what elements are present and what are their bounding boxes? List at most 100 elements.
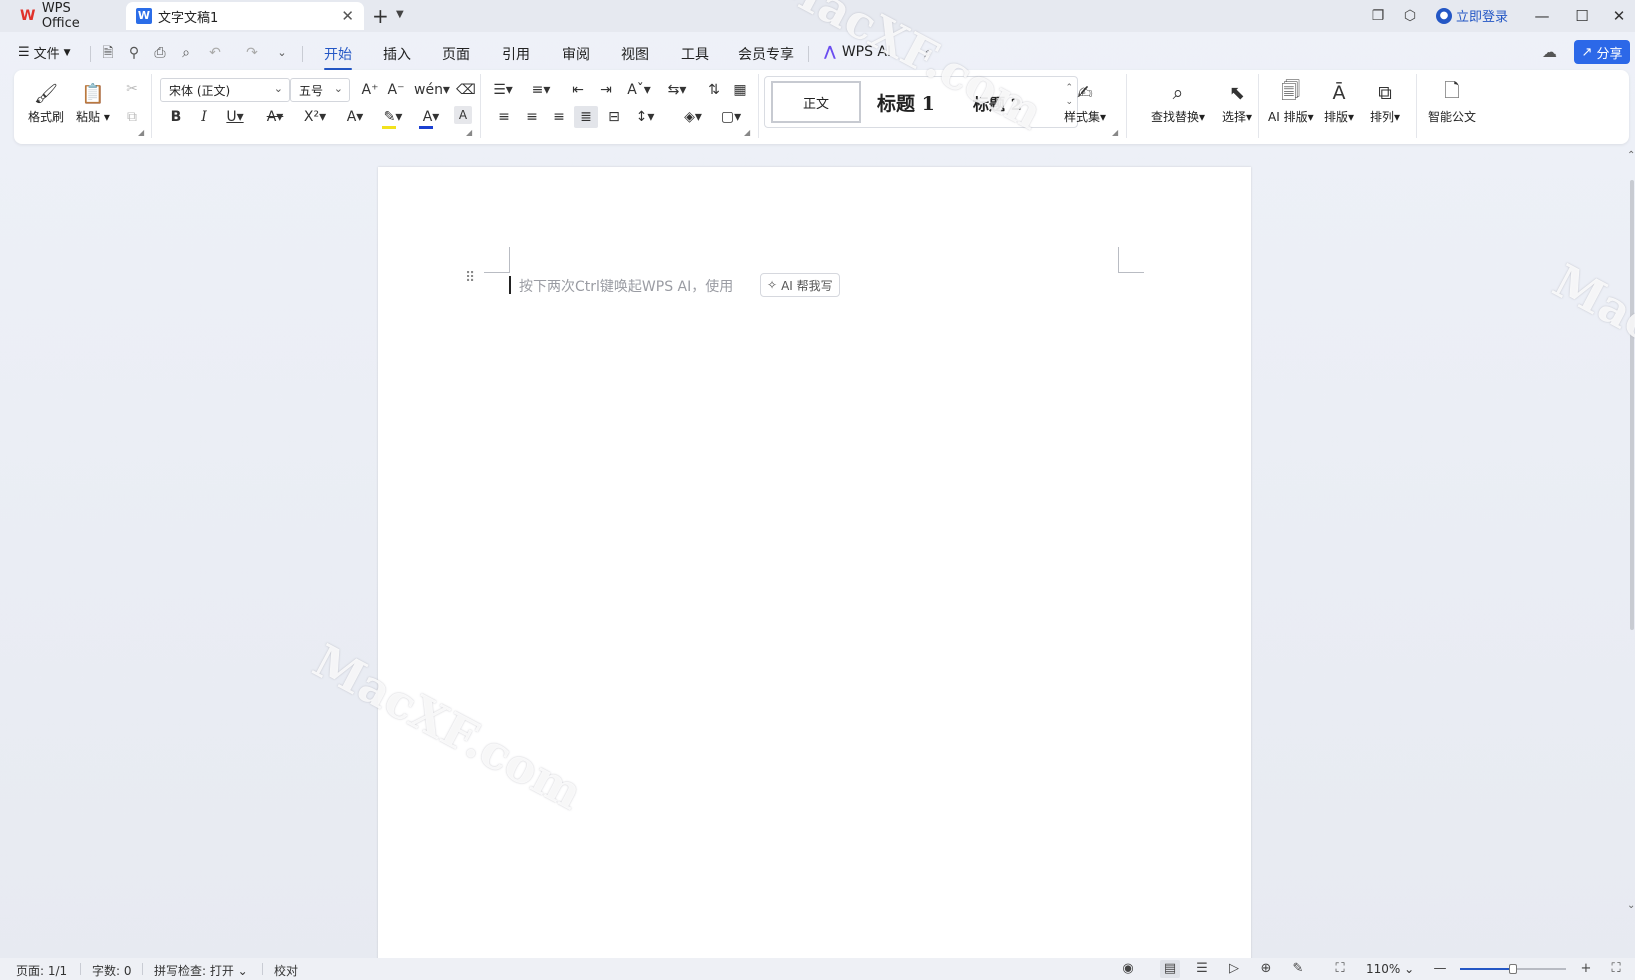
font-size-select[interactable]: 五号 ⌄	[290, 78, 350, 102]
tab-document[interactable]: W 文字文稿1 ✕	[126, 2, 364, 30]
align-left-icon[interactable]: ≡	[492, 106, 516, 128]
ai-layout-button[interactable]: 🗐 AI 排版▾	[1268, 80, 1314, 125]
phonetic-guide-icon[interactable]: wén▾	[414, 79, 450, 101]
share-button[interactable]: ↗ 分享	[1574, 40, 1630, 64]
dialog-launcher-icon[interactable]: ◢	[138, 128, 144, 137]
print-icon[interactable]: ⎙	[150, 43, 170, 63]
tab-review[interactable]: 审阅	[562, 44, 590, 64]
save-icon[interactable]: 🗎	[98, 43, 118, 63]
justify-icon[interactable]: ≣	[574, 106, 598, 128]
copy-icon[interactable]: ⧉	[120, 106, 144, 128]
decrease-font-icon[interactable]: A⁻	[384, 79, 408, 101]
find-replace-button[interactable]: ⌕ 查找替换▾	[1151, 80, 1205, 125]
outline-view-icon[interactable]: ☰	[1192, 960, 1212, 978]
spell-check-status[interactable]: 拼写检查: 打开 ⌄	[154, 962, 248, 979]
tab-view[interactable]: 视图	[621, 44, 649, 64]
search-icon[interactable]: ⌕	[918, 43, 938, 63]
print-preview-icon[interactable]: ⌕	[176, 43, 196, 63]
text-direction-icon[interactable]: ⇆▾	[662, 79, 692, 101]
close-icon[interactable]: ✕	[341, 7, 354, 25]
table-icon[interactable]: ▦	[728, 79, 752, 101]
close-window-button[interactable]: ✕	[1607, 4, 1631, 28]
style-normal[interactable]: 正文	[771, 81, 861, 123]
page-indicator[interactable]: 页面: 1/1	[16, 962, 67, 979]
highlight-icon[interactable]: ✎▾	[378, 106, 408, 128]
strikethrough-icon[interactable]: A▾	[260, 106, 290, 128]
align-right-icon[interactable]: ≡	[547, 106, 571, 128]
chevron-down-icon[interactable]: ▼	[396, 9, 404, 20]
proofread-button[interactable]: 校对	[274, 962, 298, 979]
shading-icon[interactable]: ◈▾	[678, 106, 708, 128]
chinese-layout-icon[interactable]: Aˇ▾	[624, 79, 654, 101]
border-icon[interactable]: ▢▾	[716, 106, 746, 128]
paste-button[interactable]: 📋 粘贴 ▾	[76, 80, 110, 125]
increase-indent-icon[interactable]: ⇥	[594, 79, 618, 101]
scroll-up-icon[interactable]: ⌃	[1627, 150, 1635, 161]
undo-icon[interactable]: ↶	[205, 43, 225, 63]
play-icon[interactable]: ▷	[1224, 960, 1244, 978]
style-heading-2[interactable]: 标题 2	[973, 91, 1022, 115]
italic-icon[interactable]: I	[192, 106, 216, 128]
tab-wps-office[interactable]: W WPS Office	[10, 1, 122, 31]
cube-icon[interactable]: ⬡	[1400, 6, 1420, 26]
zoom-slider[interactable]	[1460, 964, 1566, 974]
bold-icon[interactable]: B	[164, 106, 188, 128]
tab-wps-ai[interactable]: ⋀ WPS AI	[824, 44, 891, 60]
login-button[interactable]: ● 立即登录	[1436, 6, 1508, 25]
tab-home[interactable]: 开始	[324, 44, 352, 70]
new-tab-button[interactable]: +	[372, 4, 389, 28]
superscript-icon[interactable]: X²▾	[300, 106, 330, 128]
sort-icon[interactable]: ⇅	[702, 79, 726, 101]
tab-member[interactable]: 会员专享	[738, 44, 794, 64]
web-view-icon[interactable]: ⊕	[1256, 960, 1276, 978]
maximize-button[interactable]: ☐	[1570, 4, 1594, 28]
cut-icon[interactable]: ✂	[120, 78, 144, 100]
align-center-icon[interactable]: ≡	[520, 106, 544, 128]
scroll-down-icon[interactable]: ⌄	[1627, 900, 1635, 911]
fit-page-icon[interactable]: ⛶	[1330, 960, 1350, 978]
clear-format-icon[interactable]: ⌫	[454, 79, 478, 101]
text-effect-icon[interactable]: A▾	[340, 106, 370, 128]
dialog-launcher-icon[interactable]: ◢	[466, 128, 472, 137]
redo-icon[interactable]: ↷	[242, 43, 262, 63]
line-spacing-icon[interactable]: ↕▾	[630, 106, 660, 128]
increase-font-icon[interactable]: A⁺	[358, 79, 382, 101]
tab-page[interactable]: 页面	[442, 44, 470, 64]
fullscreen-icon[interactable]: ⛶	[1606, 960, 1626, 978]
smart-doc-button[interactable]: 🗋 智能公文	[1428, 80, 1476, 125]
arrange-button[interactable]: ⧉ 排列▾	[1370, 80, 1400, 125]
document-page[interactable]: ⠿ 按下两次Ctrl键唤起WPS AI，使用 ✧ AI 帮我写	[378, 167, 1251, 961]
drag-handle-icon[interactable]: ⠿	[465, 271, 476, 285]
dialog-launcher-icon[interactable]: ◢	[1112, 128, 1118, 137]
distributed-align-icon[interactable]: ⊟	[602, 106, 626, 128]
format-painter-button[interactable]: 🖌 格式刷	[28, 80, 64, 125]
window-layout-icon[interactable]: ❐	[1368, 6, 1388, 26]
chevron-down-icon[interactable]: ⌄	[272, 43, 292, 63]
cloud-upload-icon[interactable]: ☁	[1542, 43, 1557, 61]
zoom-slider-knob[interactable]	[1509, 964, 1517, 974]
key-icon[interactable]: ⚲	[124, 43, 144, 63]
file-menu[interactable]: ☰ 文件 ▼	[18, 43, 71, 62]
ai-write-button[interactable]: ✧ AI 帮我写	[760, 273, 840, 297]
word-count[interactable]: 字数: 0	[92, 962, 132, 979]
tab-insert[interactable]: 插入	[383, 44, 411, 64]
font-color-icon[interactable]: A▾	[416, 106, 446, 128]
style-set-button[interactable]: ✍ 样式集▾	[1064, 80, 1106, 125]
zoom-in-icon[interactable]: +	[1576, 960, 1596, 978]
vertical-scrollbar[interactable]	[1630, 180, 1634, 630]
numbered-list-icon[interactable]: ≡▾	[526, 79, 556, 101]
decrease-indent-icon[interactable]: ⇤	[566, 79, 590, 101]
select-button[interactable]: ⬉ 选择▾	[1222, 80, 1252, 125]
tab-tools[interactable]: 工具	[681, 44, 709, 64]
tab-reference[interactable]: 引用	[502, 44, 530, 64]
bullet-list-icon[interactable]: ☰▾	[488, 79, 518, 101]
eye-icon[interactable]: ◉	[1118, 960, 1138, 978]
underline-icon[interactable]: U▾	[220, 106, 250, 128]
pen-icon[interactable]: ✎	[1288, 960, 1308, 978]
font-name-select[interactable]: 宋体 (正文) ⌄	[160, 78, 290, 102]
minimize-button[interactable]: —	[1530, 4, 1554, 28]
layout-button[interactable]: Ā 排版▾	[1324, 80, 1354, 125]
zoom-out-icon[interactable]: —	[1430, 960, 1450, 978]
character-shading-icon[interactable]: A	[454, 106, 472, 124]
dialog-launcher-icon[interactable]: ◢	[744, 128, 750, 137]
